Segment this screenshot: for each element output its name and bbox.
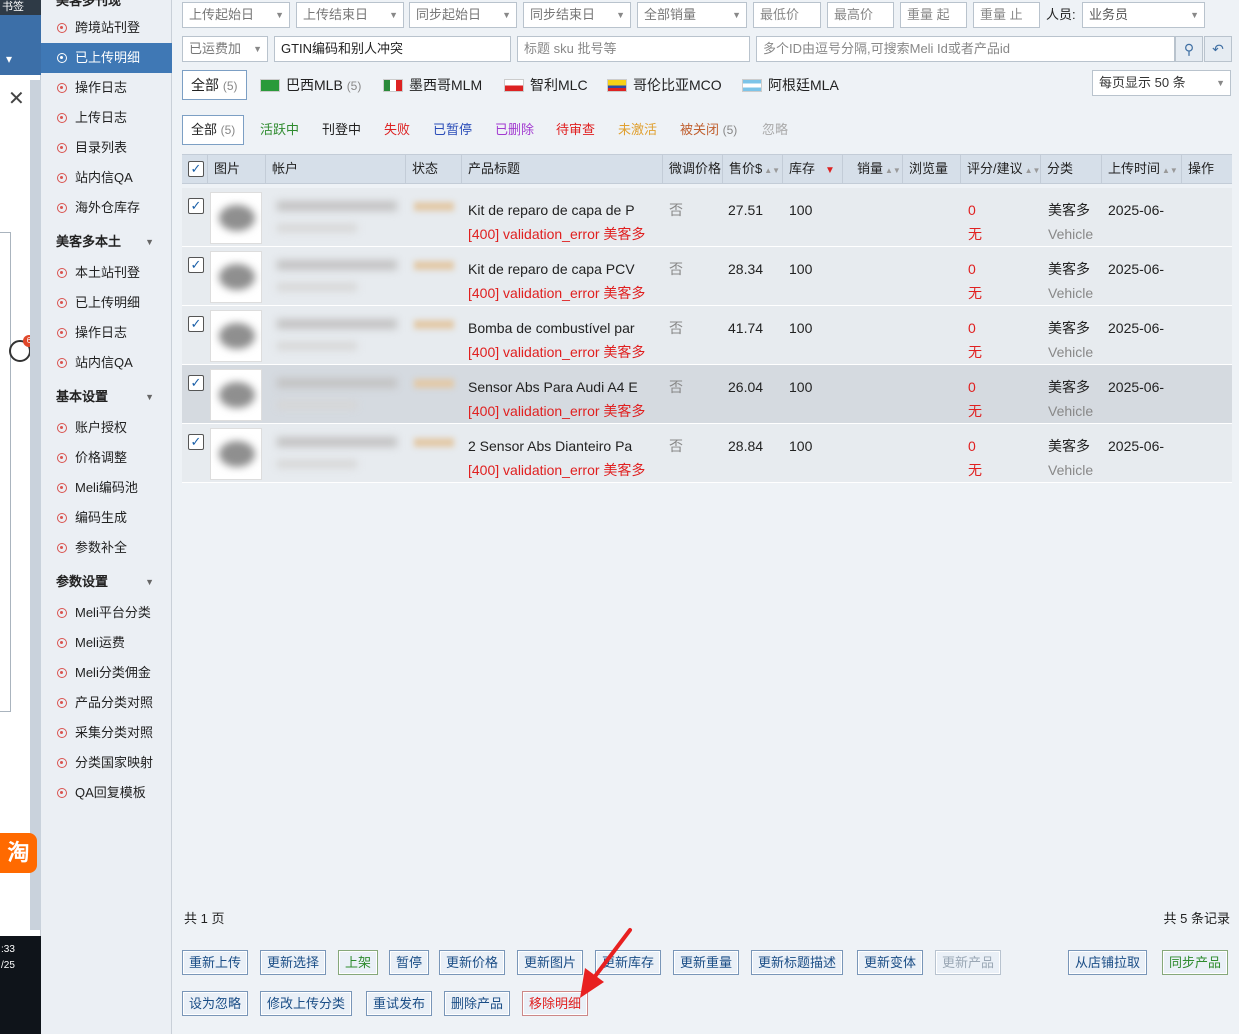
nav-item-cross-border-listing[interactable]: 跨境站刊登 [41, 13, 172, 43]
nav-item-qa-template[interactable]: QA回复模板 [41, 778, 172, 808]
nav-group-label: 美客多本土 [56, 234, 122, 249]
nav-item-label: 参数补全 [75, 540, 128, 555]
nav-item-uploaded-details[interactable]: 已上传明细 [41, 43, 172, 73]
nav-item-label: 操作日志 [75, 325, 128, 340]
nav-item-label: 已上传明细 [75, 50, 141, 65]
circle-bullet-icon [57, 53, 67, 63]
nav-item-label: 本土站刊登 [75, 265, 141, 280]
nav-item-label: 已上传明细 [75, 295, 141, 310]
nav-item-meli-commission[interactable]: Meli分类佣金 [41, 658, 172, 688]
nav-item-local-listing[interactable]: 本土站刊登 [41, 258, 172, 288]
nav-item-local-qa[interactable]: 站内信QA [41, 348, 172, 378]
nav-group-label: 基本设置 [56, 389, 109, 404]
nav-item-label: 跨境站刊登 [75, 20, 141, 35]
caret-down-icon: ▼ [145, 392, 154, 402]
nav-item-label: 分类国家映射 [75, 755, 154, 770]
circle-bullet-icon [57, 83, 67, 93]
nav-item-label: 编码生成 [75, 510, 128, 525]
caret-down-icon: ▼ [145, 577, 154, 587]
nav-item-price-adjust[interactable]: 价格调整 [41, 443, 172, 473]
clock-time: :33 [1, 944, 15, 955]
nav-item-label: 操作日志 [75, 80, 128, 95]
nav-item-meli-shipping[interactable]: Meli运费 [41, 628, 172, 658]
circle-bullet-icon [57, 203, 67, 213]
circle-bullet-icon [57, 668, 67, 678]
nav-item-local-uploaded[interactable]: 已上传明细 [41, 288, 172, 318]
left-strip: 书签 ▾ ✕ 6 淘 :33/25 [0, 0, 41, 1034]
nav-item-label: 目录列表 [75, 140, 128, 155]
clock-date: /25 [1, 960, 15, 971]
circle-bullet-icon [57, 268, 67, 278]
circle-bullet-icon [57, 638, 67, 648]
nav-group-label: 参数设置 [56, 574, 109, 589]
cat-assistant-icon[interactable]: 6 [9, 335, 35, 362]
nav-item-product-cat-map[interactable]: 产品分类对照 [41, 688, 172, 718]
nav-item-meli-category[interactable]: Meli平台分类 [41, 598, 172, 628]
nav-group-basic[interactable]: 基本设置 ▼ [41, 382, 172, 412]
circle-bullet-icon [57, 23, 67, 33]
circle-bullet-icon [57, 173, 67, 183]
circle-bullet-icon [57, 788, 67, 798]
nav-item-label: 站内信QA [75, 355, 133, 370]
chevron-down-icon[interactable]: ▾ [6, 51, 12, 67]
nav-group-params[interactable]: 参数设置 ▼ [41, 567, 172, 597]
app-root: 书签 ▾ ✕ 6 淘 :33/25 美客多刊现 跨境站刊登 已上传明细 操作日志… [0, 0, 1239, 1034]
nav-item-label: 采集分类对照 [75, 725, 154, 740]
nav-item-label: 产品分类对照 [75, 695, 154, 710]
nav-item-label: 账户授权 [75, 420, 128, 435]
circle-bullet-icon [57, 358, 67, 368]
circle-bullet-icon [57, 453, 67, 463]
left-blue-tab[interactable]: ▾ [0, 15, 41, 75]
nav-item-label: 站内信QA [75, 170, 133, 185]
taskbar-clock: :33/25 [0, 936, 41, 1034]
side-panel-edge [0, 232, 11, 712]
nav-item-qa[interactable]: 站内信QA [41, 163, 172, 193]
nav-group-local[interactable]: 美客多本土 ▼ [41, 227, 172, 257]
bookmark-bar: 书签 [0, 0, 41, 15]
annotation-arrow [580, 928, 632, 998]
taobao-icon[interactable]: 淘 [0, 833, 37, 873]
caret-down-icon: ▼ [145, 237, 154, 247]
circle-bullet-icon [57, 698, 67, 708]
nav-item-label: Meli平台分类 [75, 605, 151, 620]
scrollbar[interactable] [30, 80, 41, 930]
circle-bullet-icon [57, 423, 67, 433]
nav-item-label: 海外仓库存 [75, 200, 141, 215]
nav-item-upload-log[interactable]: 上传日志 [41, 103, 172, 133]
nav-item-code-gen[interactable]: 编码生成 [41, 503, 172, 533]
circle-bullet-icon [57, 113, 67, 123]
circle-bullet-icon [57, 328, 67, 338]
nav-item-operation-log[interactable]: 操作日志 [41, 73, 172, 103]
nav-item-collect-cat-map[interactable]: 采集分类对照 [41, 718, 172, 748]
circle-bullet-icon [57, 483, 67, 493]
nav-item-code-pool[interactable]: Meli编码池 [41, 473, 172, 503]
close-icon[interactable]: ✕ [8, 89, 25, 109]
nav-item-label: Meli运费 [75, 635, 125, 650]
nav-item-overseas-stock[interactable]: 海外仓库存 [41, 193, 172, 223]
circle-bullet-icon [57, 543, 67, 553]
circle-bullet-icon [57, 758, 67, 768]
nav-item-label: 上传日志 [75, 110, 128, 125]
nav-sidebar: 美客多刊现 跨境站刊登 已上传明细 操作日志 上传日志 目录列表 站内信QA 海… [41, 0, 172, 1034]
nav-item-label: QA回复模板 [75, 785, 146, 800]
circle-bullet-icon [57, 608, 67, 618]
circle-bullet-icon [57, 298, 67, 308]
nav-item-account-auth[interactable]: 账户授权 [41, 413, 172, 443]
nav-item-label: Meli分类佣金 [75, 665, 151, 680]
nav-item-country-map[interactable]: 分类国家映射 [41, 748, 172, 778]
nav-item-local-log[interactable]: 操作日志 [41, 318, 172, 348]
main-content: 上传起始日 ▼ 上传结束日 ▼ 同步起始日 ▼ 同步结束日 ▼ 全部销量 ▼ 最低价 最高… [172, 0, 1239, 1034]
circle-bullet-icon [57, 143, 67, 153]
nav-item-catalog[interactable]: 目录列表 [41, 133, 172, 163]
circle-bullet-icon [57, 513, 67, 523]
nav-item-label: 价格调整 [75, 450, 128, 465]
nav-item-label: Meli编码池 [75, 480, 138, 495]
circle-bullet-icon [57, 728, 67, 738]
nav-item-param-fill[interactable]: 参数补全 [41, 533, 172, 563]
